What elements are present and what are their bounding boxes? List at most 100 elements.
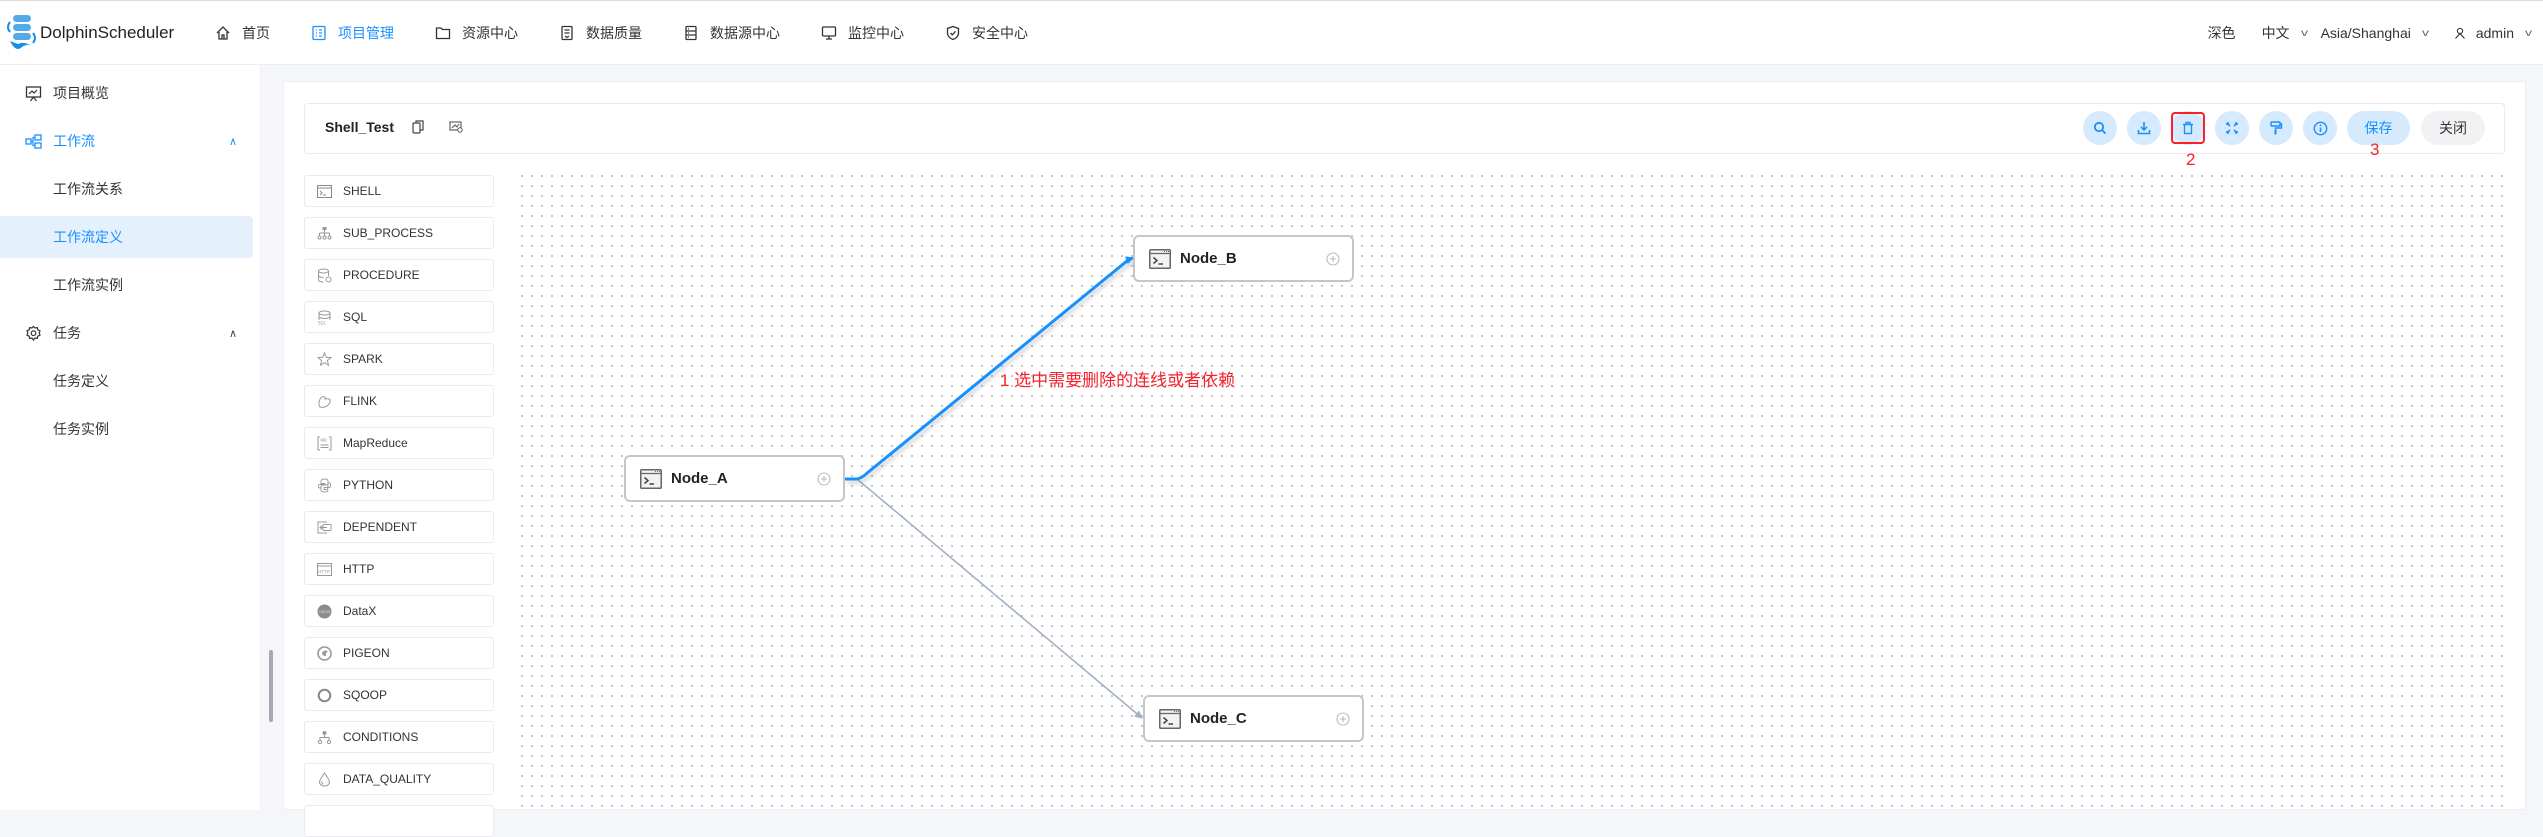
shell-icon [1149,249,1171,269]
datax-icon: DATAX [317,604,332,619]
main-nav: 首页 项目管理 资源中心 数据质量 数据源中心 监控中心 安全中心 [214,1,1068,65]
language-select[interactable]: 中文 v [2262,23,2308,43]
chevron-down-icon: v [2300,27,2308,39]
task-item-sql[interactable]: SQL SQL [304,301,494,333]
add-node-icon[interactable] [1336,711,1350,726]
document-icon [558,24,576,42]
logo[interactable]: DolphinScheduler [4,13,174,53]
task-item-flink[interactable]: FLINK [304,385,494,417]
close-button[interactable]: 关闭 [2421,111,2485,145]
shell-icon [1159,709,1181,729]
task-item-sub-process[interactable]: SUB_PROCESS [304,217,494,249]
chevron-up-icon: ∧ [229,135,238,148]
search-button[interactable] [2083,111,2117,145]
monitor-icon [820,24,838,42]
sub-process-icon [317,226,332,241]
top-navbar: DolphinScheduler 首页 项目管理 资源中心 数据质量 数据源中心… [0,0,2543,65]
task-item-mapreduce[interactable]: MR MapReduce [304,427,494,459]
task-item-pigeon[interactable]: PIGEON [304,637,494,669]
delete-button[interactable] [2171,111,2205,145]
sql-icon: SQL [317,310,332,325]
project-icon [310,24,328,42]
nav-home[interactable]: 首页 [214,23,270,43]
info-icon [2313,121,2328,136]
python-icon [317,478,332,493]
task-item-procedure[interactable]: PROCEDURE [304,259,494,291]
sidebar-group-workflow[interactable]: 工作流 ∧ [0,120,253,162]
user-icon [2454,27,2466,39]
http-icon: HTTP [317,562,332,577]
sidebar-item-workflow-relation[interactable]: 工作流关系 [0,168,253,210]
svg-text:MR: MR [321,438,327,443]
spark-icon [317,351,332,367]
dag-node-c[interactable]: Node_C [1143,695,1364,742]
nav-datasource-center[interactable]: 数据源中心 [682,23,780,43]
task-item-http[interactable]: HTTP HTTP [304,553,494,585]
annotation-step-1: 1 选中需要删除的连线或者依赖 [1000,371,1236,390]
user-menu[interactable]: admin v [2454,25,2532,41]
download-icon [2137,121,2151,135]
sidebar-item-project-overview[interactable]: 项目概览 [0,72,253,114]
timezone-select[interactable]: Asia/Shanghai v [2321,25,2429,41]
sidebar-group-task[interactable]: 任务 ∧ [0,312,253,354]
nav-project-management[interactable]: 项目管理 [310,23,394,43]
download-button[interactable] [2127,111,2161,145]
task-item-sqoop[interactable]: SQOOP [304,679,494,711]
dag-node-a[interactable]: Node_A [624,455,845,502]
trash-icon [2181,121,2195,135]
sqoop-icon [317,688,332,703]
fullscreen-icon [2225,121,2239,135]
datasource-icon [682,24,700,42]
task-item-dependent[interactable]: DEPENDENT [304,511,494,543]
task-item-datax[interactable]: DATAX DataX [304,595,494,627]
procedure-icon [317,268,332,283]
task-item-shell[interactable]: SHELL [304,175,494,207]
sidebar-item-workflow-instance[interactable]: 工作流实例 [0,264,253,306]
nav-security-center[interactable]: 安全中心 [944,23,1028,43]
overview-icon [24,84,42,102]
version-info-icon[interactable] [448,119,464,135]
header-right-menu: 深色 中文 v Asia/Shanghai v admin v [2182,1,2532,65]
task-item-spark[interactable]: SPARK [304,343,494,375]
annotation-step-2: 2 [2186,150,2196,169]
sidebar-item-workflow-definition[interactable]: 工作流定义 [0,216,253,258]
shell-icon [640,469,662,489]
copy-icon[interactable] [410,119,426,135]
nav-monitor-center[interactable]: 监控中心 [820,23,904,43]
fullscreen-button[interactable] [2215,111,2249,145]
svg-text:DATAX: DATAX [319,610,331,614]
sidebar: 项目概览 工作流 ∧ 工作流关系 工作流定义 工作流实例 任务 ∧ 任务定义 任… [0,65,261,810]
dolphin-logo-icon [4,13,38,53]
svg-text:SQL: SQL [318,320,327,325]
nav-resource-center[interactable]: 资源中心 [434,23,518,43]
sidebar-item-task-definition[interactable]: 任务定义 [0,360,253,402]
conditions-icon [317,730,332,745]
data-quality-icon [317,771,332,787]
dependent-icon [317,520,332,535]
pigeon-icon [317,645,332,661]
chevron-down-icon: v [2525,27,2532,39]
flink-icon [317,394,332,409]
info-button[interactable] [2303,111,2337,145]
nav-data-quality[interactable]: 数据质量 [558,23,642,43]
task-item-python[interactable]: PYTHON [304,469,494,501]
theme-toggle[interactable]: 深色 [2208,23,2236,43]
task-item-data-quality[interactable]: DATA_QUALITY [304,763,494,795]
chevron-up-icon: ∧ [229,327,238,340]
add-node-icon[interactable] [817,471,831,486]
dag-node-b[interactable]: Node_B [1133,235,1354,282]
workflow-name: Shell_Test [325,119,394,135]
workflow-icon [24,132,42,150]
paint-roller-icon [2269,121,2283,135]
shield-icon [944,24,962,42]
task-list-scrollbar[interactable] [269,650,273,722]
gear-icon [24,324,42,342]
home-icon [214,24,232,42]
sidebar-item-task-instance[interactable]: 任务实例 [0,408,253,450]
task-item-conditions[interactable]: CONDITIONS [304,721,494,753]
add-node-icon[interactable] [1326,251,1340,266]
chevron-down-icon: v [2421,27,2429,39]
annotation-step-3: 3 [2370,140,2380,159]
svg-text:HTTP: HTTP [318,569,330,575]
format-button[interactable] [2259,111,2293,145]
